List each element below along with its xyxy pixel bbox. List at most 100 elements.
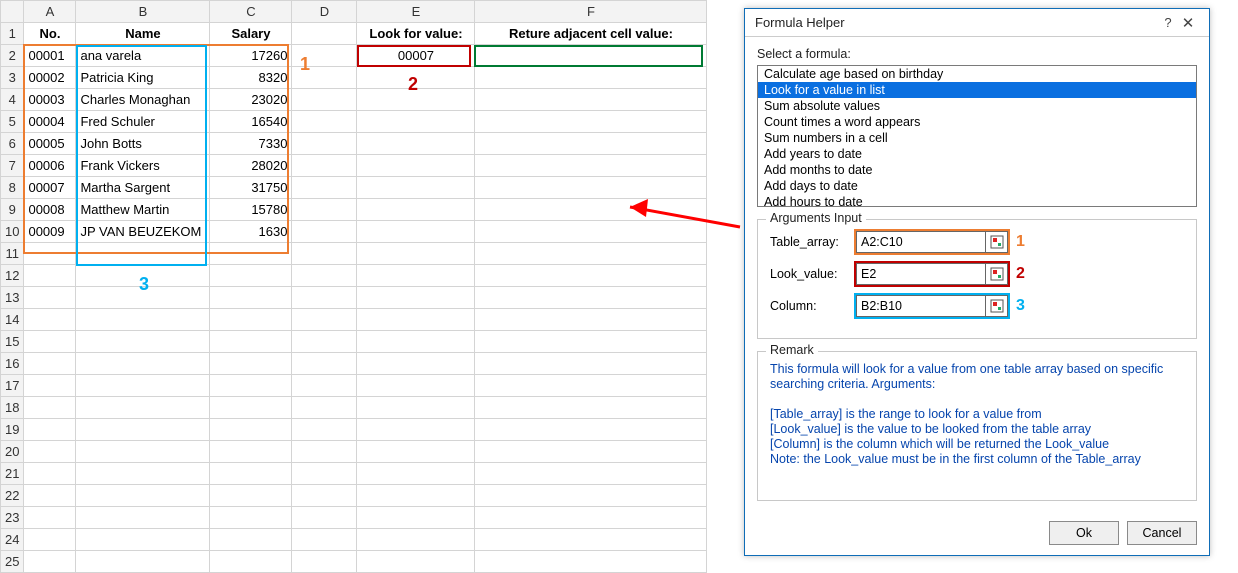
cell[interactable] (210, 463, 292, 485)
cell[interactable] (210, 551, 292, 573)
cell[interactable] (475, 111, 707, 133)
cell[interactable] (357, 551, 475, 573)
cell[interactable] (357, 441, 475, 463)
cell[interactable] (210, 419, 292, 441)
cell[interactable] (292, 155, 357, 177)
cell[interactable] (210, 375, 292, 397)
cell[interactable] (357, 265, 475, 287)
cell[interactable] (210, 397, 292, 419)
cell[interactable]: 00001 (24, 45, 76, 67)
row-header[interactable]: 19 (1, 419, 24, 441)
cell[interactable] (292, 551, 357, 573)
cell[interactable] (357, 331, 475, 353)
cell[interactable] (475, 441, 707, 463)
column-input[interactable] (857, 297, 985, 315)
cell[interactable] (24, 463, 76, 485)
cell[interactable] (76, 419, 210, 441)
cell[interactable] (475, 67, 707, 89)
cell[interactable]: 23020 (210, 89, 292, 111)
cell[interactable] (76, 463, 210, 485)
cell[interactable] (475, 243, 707, 265)
look-value-input[interactable] (857, 265, 985, 283)
cell[interactable] (24, 529, 76, 551)
cell[interactable]: 00008 (24, 199, 76, 221)
row-header[interactable]: 10 (1, 221, 24, 243)
cell[interactable] (292, 331, 357, 353)
cell[interactable] (475, 331, 707, 353)
cell[interactable] (76, 243, 210, 265)
cell[interactable] (475, 397, 707, 419)
row-header[interactable]: 8 (1, 177, 24, 199)
cell[interactable]: No. (24, 23, 76, 45)
formula-item[interactable]: Calculate age based on birthday (758, 66, 1196, 82)
cell[interactable] (475, 419, 707, 441)
formula-item[interactable]: Sum absolute values (758, 98, 1196, 114)
cell[interactable] (292, 287, 357, 309)
cell[interactable]: 00006 (24, 155, 76, 177)
cell[interactable] (76, 529, 210, 551)
cell[interactable]: 28020 (210, 155, 292, 177)
cell[interactable]: Charles Monaghan (76, 89, 210, 111)
row-header[interactable]: 9 (1, 199, 24, 221)
cell[interactable] (475, 309, 707, 331)
cell[interactable] (76, 375, 210, 397)
cell[interactable] (357, 419, 475, 441)
cell[interactable]: 31750 (210, 177, 292, 199)
cell[interactable] (76, 353, 210, 375)
cell[interactable] (357, 177, 475, 199)
cell[interactable]: Matthew Martin (76, 199, 210, 221)
cell[interactable]: Look for value: (357, 23, 475, 45)
cell[interactable] (24, 375, 76, 397)
cell[interactable] (475, 529, 707, 551)
table-array-input[interactable] (857, 233, 985, 251)
cell[interactable] (210, 529, 292, 551)
cell[interactable] (24, 309, 76, 331)
cell[interactable] (24, 507, 76, 529)
col-header-E[interactable]: E (357, 1, 475, 23)
cell[interactable] (210, 485, 292, 507)
cell[interactable] (76, 441, 210, 463)
row-header[interactable]: 7 (1, 155, 24, 177)
cell[interactable] (24, 287, 76, 309)
cell[interactable] (210, 309, 292, 331)
cell[interactable] (292, 265, 357, 287)
cell[interactable]: 17260 (210, 45, 292, 67)
row-header[interactable]: 18 (1, 397, 24, 419)
row-header[interactable]: 3 (1, 67, 24, 89)
formula-item[interactable]: Sum numbers in a cell (758, 130, 1196, 146)
row-header[interactable]: 21 (1, 463, 24, 485)
cell[interactable]: 00009 (24, 221, 76, 243)
row-header[interactable]: 22 (1, 485, 24, 507)
cell[interactable]: 00003 (24, 89, 76, 111)
cell[interactable] (357, 199, 475, 221)
formula-item[interactable]: Count times a word appears (758, 114, 1196, 130)
cell[interactable] (24, 331, 76, 353)
row-header[interactable]: 14 (1, 309, 24, 331)
cell[interactable] (292, 397, 357, 419)
cell[interactable] (357, 463, 475, 485)
row-header[interactable]: 12 (1, 265, 24, 287)
cell[interactable] (357, 353, 475, 375)
col-header-C[interactable]: C (210, 1, 292, 23)
row-header[interactable]: 17 (1, 375, 24, 397)
cell[interactable] (24, 419, 76, 441)
row-header[interactable]: 20 (1, 441, 24, 463)
range-picker-icon[interactable] (985, 296, 1007, 316)
cell[interactable]: 00007 (357, 45, 475, 67)
range-picker-icon[interactable] (985, 232, 1007, 252)
formula-item[interactable]: Add months to date (758, 162, 1196, 178)
range-picker-icon[interactable] (985, 264, 1007, 284)
cell[interactable] (475, 45, 707, 67)
help-icon[interactable]: ? (1159, 15, 1177, 30)
cell[interactable] (24, 243, 76, 265)
formula-item[interactable]: Add days to date (758, 178, 1196, 194)
cell[interactable] (292, 375, 357, 397)
dialog-titlebar[interactable]: Formula Helper ? ✕ (745, 9, 1209, 37)
cell[interactable] (210, 353, 292, 375)
cell[interactable]: Fred Schuler (76, 111, 210, 133)
cell[interactable]: 8320 (210, 67, 292, 89)
cell[interactable] (210, 265, 292, 287)
cell[interactable] (292, 221, 357, 243)
cell[interactable] (475, 551, 707, 573)
row-header[interactable]: 5 (1, 111, 24, 133)
